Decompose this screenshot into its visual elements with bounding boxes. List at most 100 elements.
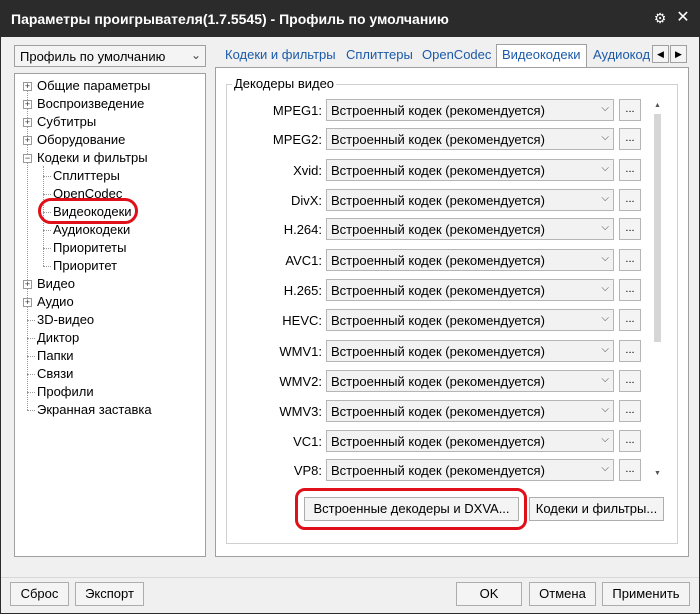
tab-video-codecs[interactable]: Видеокодеки — [496, 44, 587, 68]
tree-item-hardware[interactable]: Оборудование — [37, 131, 125, 149]
profile-dropdown[interactable]: Профиль по умолчанию ⌄ — [14, 45, 206, 67]
decoder-select-mpeg1[interactable]: Встроенный кодек (рекомендуется) ⌵ — [326, 99, 614, 121]
row-label-hevc: HEVC: — [282, 313, 322, 328]
tree-item-audio[interactable]: Аудио — [37, 293, 74, 311]
tree-item-subtitles[interactable]: Субтитры — [37, 113, 96, 131]
decoder-select-value: Встроенный кодек (рекомендуется) — [331, 313, 545, 328]
more-button-wmv1[interactable]: ... — [619, 340, 641, 362]
more-button-divx[interactable]: ... — [619, 189, 641, 211]
tree-item-playback[interactable]: Воспроизведение — [37, 95, 144, 113]
tree-item-priorities[interactable]: Приоритеты — [53, 239, 126, 257]
tab-strip: Кодеки и фильтры Сплиттеры OpenCodec Вид… — [215, 44, 689, 68]
row-label-divx: DivX: — [290, 193, 322, 208]
decoder-select-wmv2[interactable]: Встроенный кодек (рекомендуется) ⌵ — [326, 370, 614, 392]
tree-item-screensaver[interactable]: Экранная заставка — [37, 401, 152, 419]
decoder-select-h265[interactable]: Встроенный кодек (рекомендуется) ⌵ — [326, 279, 614, 301]
decoder-select-value: Встроенный кодек (рекомендуется) — [331, 283, 545, 298]
row-label-mpeg2: MPEG2: — [272, 132, 322, 147]
scroll-down-icon[interactable]: ▼ — [652, 468, 663, 480]
chevron-down-icon: ⌵ — [601, 313, 609, 324]
decoder-select-value: Встроенный кодек (рекомендуется) — [331, 103, 545, 118]
tree-item-folders[interactable]: Папки — [37, 347, 74, 365]
codecs-filters-button[interactable]: Кодеки и фильтры... — [529, 497, 664, 521]
tree-item-general[interactable]: Общие параметры — [37, 77, 150, 95]
decoder-select-avc1[interactable]: Встроенный кодек (рекомендуется) ⌵ — [326, 249, 614, 271]
highlight-oval — [38, 198, 138, 224]
scrollbar-thumb[interactable] — [654, 114, 661, 342]
row-label-wmv1: WMV1: — [279, 344, 322, 359]
cancel-button[interactable]: Отмена — [529, 582, 596, 606]
more-button-mpeg2[interactable]: ... — [619, 128, 641, 150]
more-button-wmv2[interactable]: ... — [619, 370, 641, 392]
chevron-down-icon: ⌵ — [601, 163, 609, 174]
decoder-select-value: Встроенный кодек (рекомендуется) — [331, 163, 545, 178]
expand-plus-icon[interactable]: + — [23, 298, 32, 307]
tab-splitters[interactable]: Сплиттеры — [346, 45, 413, 67]
tree-item-narrator[interactable]: Диктор — [37, 329, 79, 347]
scroll-up-icon[interactable]: ▲ — [652, 100, 663, 112]
expand-plus-icon[interactable]: + — [23, 82, 32, 91]
expand-plus-icon[interactable]: + — [23, 136, 32, 145]
tree-item-3d-video[interactable]: 3D-видео — [37, 311, 94, 329]
decoder-select-value: Встроенный кодек (рекомендуется) — [331, 404, 545, 419]
more-button-vc1[interactable]: ... — [619, 430, 641, 452]
pin-icon[interactable]: ⚙ — [651, 9, 669, 27]
tree-connector — [43, 230, 51, 231]
tab-scroll-left-icon[interactable]: ◀ — [652, 45, 669, 63]
decoder-select-vc1[interactable]: Встроенный кодек (рекомендуется) ⌵ — [326, 430, 614, 452]
apply-button[interactable]: Применить — [602, 582, 690, 606]
more-button-xvid[interactable]: ... — [619, 159, 641, 181]
settings-tree: + Общие параметры + Воспроизведение + Су… — [14, 73, 206, 557]
row-label-wmv3: WMV3: — [279, 404, 322, 419]
tree-connector — [43, 176, 51, 177]
tree-connector — [43, 248, 51, 249]
row-label-h265: H.265: — [283, 283, 322, 298]
decoder-select-value: Встроенный кодек (рекомендуется) — [331, 463, 545, 478]
decoder-select-divx[interactable]: Встроенный кодек (рекомендуется) ⌵ — [326, 189, 614, 211]
tree-connector — [27, 410, 35, 411]
tab-audio-codecs[interactable]: Аудиокод — [593, 45, 651, 67]
tree-item-profiles[interactable]: Профили — [37, 383, 94, 401]
tree-item-video[interactable]: Видео — [37, 275, 75, 293]
chevron-down-icon: ⌵ — [601, 103, 609, 114]
tree-item-splitters[interactable]: Сплиттеры — [53, 167, 120, 185]
decoders-scrollbar[interactable]: ▲ ▼ — [652, 100, 663, 480]
tree-item-priority[interactable]: Приоритет — [53, 257, 117, 275]
decoder-select-mpeg2[interactable]: Встроенный кодек (рекомендуется) ⌵ — [326, 128, 614, 150]
more-button-vp8[interactable]: ... — [619, 459, 641, 481]
decoder-select-hevc[interactable]: Встроенный кодек (рекомендуется) ⌵ — [326, 309, 614, 331]
expand-plus-icon[interactable]: + — [23, 118, 32, 127]
decoder-select-xvid[interactable]: Встроенный кодек (рекомендуется) ⌵ — [326, 159, 614, 181]
title-bar: Параметры проигрывателя(1.7.5545) - Проф… — [1, 1, 699, 37]
profile-dropdown-value: Профиль по умолчанию — [20, 49, 166, 64]
decoder-select-value: Встроенный кодек (рекомендуется) — [331, 193, 545, 208]
more-button-wmv3[interactable]: ... — [619, 400, 641, 422]
ok-button[interactable]: OK — [456, 582, 522, 606]
more-button-h264[interactable]: ... — [619, 218, 641, 240]
tab-codecs-filters[interactable]: Кодеки и фильтры — [225, 45, 336, 67]
tree-connector — [43, 194, 51, 195]
reset-button[interactable]: Сброс — [10, 582, 69, 606]
decoder-select-wmv3[interactable]: Встроенный кодек (рекомендуется) ⌵ — [326, 400, 614, 422]
expand-plus-icon[interactable]: + — [23, 280, 32, 289]
export-button[interactable]: Экспорт — [75, 582, 144, 606]
row-label-mpeg1: MPEG1: — [272, 103, 322, 118]
more-button-hevc[interactable]: ... — [619, 309, 641, 331]
more-button-mpeg1[interactable]: ... — [619, 99, 641, 121]
more-button-avc1[interactable]: ... — [619, 249, 641, 271]
chevron-down-icon: ⌄ — [190, 48, 201, 62]
close-icon[interactable]: ✕ — [673, 9, 693, 27]
chevron-down-icon: ⌵ — [601, 253, 609, 264]
collapse-minus-icon[interactable]: − — [23, 154, 32, 163]
tab-opencodec[interactable]: OpenCodec — [422, 45, 491, 67]
decoder-select-wmv1[interactable]: Встроенный кодек (рекомендуется) ⌵ — [326, 340, 614, 362]
decoder-select-vp8[interactable]: Встроенный кодек (рекомендуется) ⌵ — [326, 459, 614, 481]
chevron-down-icon: ⌵ — [601, 222, 609, 233]
tree-item-codecs-filters[interactable]: Кодеки и фильтры — [37, 149, 148, 167]
tree-item-associations[interactable]: Связи — [37, 365, 73, 383]
more-button-h265[interactable]: ... — [619, 279, 641, 301]
decoder-select-h264[interactable]: Встроенный кодек (рекомендуется) ⌵ — [326, 218, 614, 240]
tree-connector — [43, 266, 51, 267]
tab-scroll-right-icon[interactable]: ▶ — [670, 45, 687, 63]
expand-plus-icon[interactable]: + — [23, 100, 32, 109]
